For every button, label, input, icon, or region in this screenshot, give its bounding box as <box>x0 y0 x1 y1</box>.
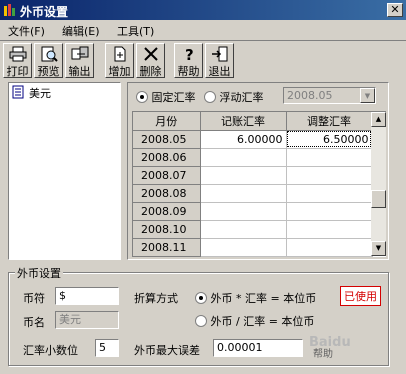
month-cell: 2008.11 <box>133 238 201 257</box>
book-rate-cell[interactable] <box>200 202 287 221</box>
rate-grid: 月份 记账汇率 调整汇率 2008.05 6.00000 6.50000 200… <box>132 111 386 257</box>
delete-x-icon <box>143 47 158 61</box>
svg-text:?: ? <box>185 46 194 62</box>
convert-divide-label: 外币 / 汇率 = 本位币 <box>210 315 315 328</box>
table-row: 2008.07 <box>133 166 373 185</box>
adjust-rate-cell[interactable] <box>286 238 373 257</box>
app-icon <box>4 4 15 16</box>
export-button[interactable]: 输出 <box>65 43 94 78</box>
help-button[interactable]: ? 帮助 <box>174 43 203 78</box>
exit-door-icon <box>211 46 227 62</box>
dropdown-arrow-icon[interactable]: ▼ <box>360 88 375 103</box>
preview-label: 预览 <box>37 65 60 78</box>
month-cell: 2008.05 <box>133 130 201 149</box>
table-row: 2008.10 <box>133 220 373 239</box>
month-cell: 2008.10 <box>133 220 201 239</box>
scroll-thumb[interactable] <box>371 190 386 208</box>
book-rate-cell[interactable] <box>200 166 287 185</box>
grid-scrollbar[interactable]: ▲ ▼ <box>371 112 386 256</box>
adjust-rate-cell[interactable]: 6.50000 <box>286 130 373 149</box>
export-icon <box>71 46 88 60</box>
scroll-down-icon[interactable]: ▼ <box>371 241 386 256</box>
fixed-rate-label: 固定汇率 <box>151 91 196 104</box>
print-label: 打印 <box>6 65 29 78</box>
convert-multiply-label: 外币 * 汇率 = 本位币 <box>210 292 317 305</box>
menu-edit[interactable]: 编辑(E) <box>62 23 100 39</box>
table-row: 2008.05 6.00000 6.50000 <box>133 130 373 149</box>
decimals-label: 汇率小数位 <box>23 344 78 357</box>
adjust-rate-cell[interactable] <box>286 148 373 167</box>
print-button[interactable]: 打印 <box>3 43 32 78</box>
window-title: 外币设置 <box>20 5 69 19</box>
max-error-input[interactable]: 0.00001 <box>213 339 303 357</box>
book-rate-cell[interactable] <box>200 148 287 167</box>
month-cell: 2008.06 <box>133 148 201 167</box>
col-header-book-rate[interactable]: 记账汇率 <box>200 112 287 131</box>
radio-empty-icon <box>195 315 207 327</box>
delete-label: 删除 <box>139 65 162 78</box>
help-label: 帮助 <box>177 65 200 78</box>
add-button[interactable]: 增加 <box>105 43 134 78</box>
symbol-label: 币符 <box>23 292 45 305</box>
book-rate-cell[interactable] <box>200 184 287 203</box>
floating-rate-radio[interactable]: 浮动汇率 <box>204 89 264 105</box>
adjust-rate-cell[interactable] <box>286 202 373 221</box>
new-document-icon <box>114 46 125 62</box>
help-icon: ? <box>185 46 194 62</box>
scroll-up-icon[interactable]: ▲ <box>371 112 386 127</box>
rate-panel: 固定汇率 浮动汇率 2008.05 ▼ 月份 记账汇率 调整汇率 2008.05… <box>127 82 389 260</box>
export-label: 输出 <box>68 65 91 78</box>
printer-icon <box>9 46 26 62</box>
currency-item-label: 美元 <box>29 87 51 100</box>
adjust-rate-cell[interactable] <box>286 166 373 185</box>
menu-file[interactable]: 文件(F) <box>8 23 45 39</box>
book-rate-cell[interactable] <box>200 238 287 257</box>
table-row: 2008.06 <box>133 148 373 167</box>
radio-selected-icon <box>195 292 207 304</box>
month-cell: 2008.07 <box>133 166 201 185</box>
currency-list: 美元 <box>8 82 121 260</box>
period-value: 2008.05 <box>287 89 333 102</box>
adjust-rate-cell[interactable] <box>286 220 373 239</box>
toolbar: 打印 预览 输出 增加 删除 ? 帮助 退出 <box>0 40 406 80</box>
radio-empty-icon <box>204 91 216 103</box>
menu-bar: 文件(F) 编辑(E) 工具(T) <box>0 20 406 40</box>
max-error-label: 外币最大误差 <box>134 344 200 357</box>
month-cell: 2008.08 <box>133 184 201 203</box>
watermark-help-text: 帮助 <box>313 349 333 360</box>
table-row: 2008.11 <box>133 238 373 257</box>
convert-multiply-radio[interactable]: 外币 * 汇率 = 本位币 <box>195 290 316 306</box>
used-status-badge: 已使用 <box>340 286 381 306</box>
book-rate-cell[interactable]: 6.00000 <box>200 130 287 149</box>
decimals-input[interactable]: 5 <box>95 339 119 357</box>
fixed-rate-radio[interactable]: 固定汇率 <box>136 89 196 105</box>
name-input[interactable]: 美元 <box>55 311 119 329</box>
settings-group-title: 外币设置 <box>15 265 63 281</box>
col-header-adjust-rate[interactable]: 调整汇率 <box>286 112 373 131</box>
floating-rate-label: 浮动汇率 <box>219 91 264 104</box>
menu-tools[interactable]: 工具(T) <box>117 23 154 39</box>
col-header-month[interactable]: 月份 <box>133 112 201 131</box>
preview-icon <box>41 46 58 62</box>
currency-settings-group: 外币设置 币符 $ 币名 美元 汇率小数位 5 折算方式 外币 * 汇率 = 本… <box>8 265 389 366</box>
adjust-rate-cell[interactable] <box>286 184 373 203</box>
delete-button[interactable]: 删除 <box>136 43 165 78</box>
symbol-input[interactable]: $ <box>55 287 119 305</box>
document-icon <box>12 85 24 99</box>
table-row: 2008.09 <box>133 202 373 221</box>
radio-selected-icon <box>136 91 148 103</box>
close-button[interactable]: ✕ <box>387 3 403 17</box>
name-label: 币名 <box>23 316 45 329</box>
table-row: 2008.08 <box>133 184 373 203</box>
convert-method-label: 折算方式 <box>134 292 178 305</box>
book-rate-cell[interactable] <box>200 220 287 239</box>
month-cell: 2008.09 <box>133 202 201 221</box>
exit-label: 退出 <box>208 65 231 78</box>
preview-button[interactable]: 预览 <box>34 43 63 78</box>
exit-button[interactable]: 退出 <box>205 43 234 78</box>
title-bar: 外币设置 ✕ <box>0 0 406 20</box>
period-select[interactable]: 2008.05 ▼ <box>283 87 376 104</box>
add-label: 增加 <box>108 65 131 78</box>
convert-divide-radio[interactable]: 外币 / 汇率 = 本位币 <box>195 313 314 329</box>
